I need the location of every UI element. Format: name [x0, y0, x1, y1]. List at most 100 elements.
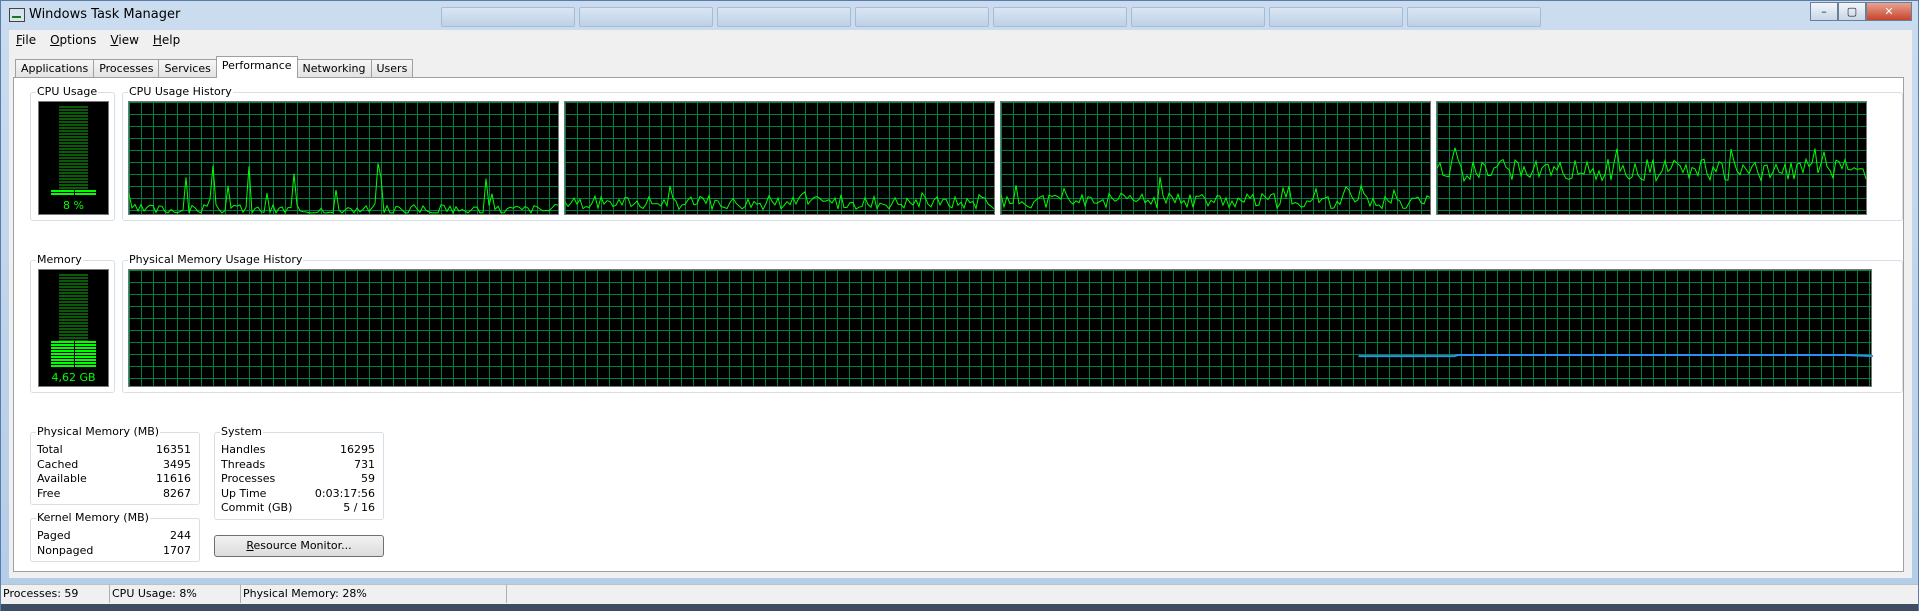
stat-label: Paged [37, 529, 71, 542]
memory-history-graph [128, 269, 1873, 387]
minimize-button[interactable]: – [1810, 2, 1838, 21]
memory-history-plot [1358, 354, 1873, 358]
cpu-history-group: CPU Usage History [122, 85, 1903, 221]
meter-background [51, 106, 96, 196]
system-group: System Handles 16295 Threads 731 Processes… [214, 425, 384, 520]
stat-label: Available [37, 472, 87, 485]
stat-label: Up Time [221, 486, 267, 500]
close-button[interactable]: ✕ [1866, 2, 1912, 21]
physical-memory-table: Total 16351 Cached 3495 Available 11616 Fre… [37, 443, 191, 501]
tab-applications[interactable]: Applications [15, 59, 95, 78]
cpu-usage-meter: 8 % [38, 101, 109, 215]
tab-performance[interactable]: Performance [215, 56, 298, 78]
stat-value: 59 [361, 472, 375, 485]
task-manager-window: Windows Task Manager – ▢ ✕ File Options … [0, 0, 1919, 611]
table-row: Threads 731 [221, 458, 375, 473]
maximize-button[interactable]: ▢ [1838, 2, 1866, 21]
menu-view[interactable]: View [103, 33, 145, 47]
resource-monitor-button[interactable]: Resource Monitor... [214, 535, 384, 557]
background-window-thumbnail [579, 7, 713, 27]
table-row: Commit (GB) 5 / 16 [221, 501, 375, 516]
system-title: System [220, 425, 264, 438]
status-filler [507, 585, 1918, 603]
cpu-core-4-line [1437, 147, 1867, 183]
stat-label: Total [37, 443, 63, 456]
table-row: Processes 59 [221, 472, 375, 487]
cpu-usage-value: 8 % [63, 199, 84, 212]
background-taskbar-thumbnails [441, 7, 1541, 27]
stat-value: 244 [170, 529, 191, 542]
cpu-meter-fill [51, 190, 96, 196]
cpu-core-1-line [129, 163, 559, 215]
tab-services[interactable]: Services [158, 59, 217, 78]
background-window-thumbnail [855, 7, 989, 27]
table-row: Free 8267 [37, 487, 191, 502]
cpu-usage-group: CPU Usage 8 % [30, 85, 115, 221]
cpu-core-graph-4 [1436, 101, 1867, 215]
background-window-thumbnail [717, 7, 851, 27]
tab-strip: Applications Processes Services Performa… [15, 56, 414, 78]
tab-users[interactable]: Users [370, 59, 414, 78]
performance-panel: CPU Usage 8 % CPU Usage History Memory 4… [13, 77, 1904, 572]
stat-value: 11616 [156, 472, 191, 485]
menu-options[interactable]: Options [43, 33, 103, 47]
menu-help[interactable]: Help [146, 33, 187, 47]
stat-value: 1707 [163, 543, 191, 557]
memory-history-line [1358, 354, 1873, 358]
memory-value: 4,62 GB [51, 371, 96, 384]
background-window-thumbnail [1407, 7, 1541, 27]
background-window-thumbnail [1269, 7, 1403, 27]
cpu-core-3-plot [1001, 176, 1431, 210]
cpu-core-2-plot [565, 185, 995, 212]
kernel-memory-group: Kernel Memory (MB) Paged 244 Nonpaged 1707 [30, 511, 200, 562]
status-physical-memory: Physical Memory: 28% [241, 585, 507, 603]
table-row: Nonpaged 1707 [37, 544, 191, 559]
window-controls: – ▢ ✕ [1810, 2, 1912, 21]
stat-value: 0:03:17:56 [314, 486, 375, 500]
table-row: Total 16351 [37, 443, 191, 458]
memory-meter-fill [51, 341, 96, 368]
status-bar: Processes: 59 CPU Usage: 8% Physical Mem… [1, 584, 1918, 605]
table-row: Paged 244 [37, 529, 191, 544]
cpu-core-graph-2 [564, 101, 995, 215]
background-window-thumbnail [993, 7, 1127, 27]
title-bar[interactable]: Windows Task Manager – ▢ ✕ [1, 1, 1918, 29]
table-row: Cached 3495 [37, 458, 191, 473]
task-manager-icon [9, 8, 25, 22]
cpu-core-1-plot [129, 163, 559, 215]
stat-value: 16351 [156, 443, 191, 456]
window-title: Windows Task Manager [29, 7, 181, 22]
stat-label: Cached [37, 457, 79, 471]
stat-value: 3495 [163, 457, 191, 471]
stat-value: 8267 [163, 486, 191, 500]
stat-label: Commit (GB) [221, 501, 293, 514]
tab-processes[interactable]: Processes [93, 59, 160, 78]
stat-label: Handles [221, 443, 266, 456]
cpu-core-4-plot [1437, 147, 1867, 183]
physical-memory-title: Physical Memory (MB) [36, 425, 161, 438]
stat-value: 16295 [340, 443, 375, 456]
cpu-history-label: CPU Usage History [128, 85, 233, 98]
stat-value: 5 / 16 [343, 501, 375, 514]
cpu-core-graph-3 [1000, 101, 1431, 215]
memory-meter: 4,62 GB [38, 269, 109, 387]
background-window-thumbnail [441, 7, 575, 27]
kernel-memory-table: Paged 244 Nonpaged 1707 [37, 529, 191, 558]
background-window-thumbnail [1131, 7, 1265, 27]
memory-history-group: Physical Memory Usage History [122, 253, 1903, 393]
stat-label: Threads [221, 457, 266, 471]
stat-label: Nonpaged [37, 543, 94, 557]
client-area: Applications Processes Services Performa… [9, 50, 1912, 578]
memory-history-label: Physical Memory Usage History [128, 253, 304, 266]
status-processes: Processes: 59 [1, 585, 110, 603]
tab-networking[interactable]: Networking [296, 59, 372, 78]
stat-value: 731 [354, 457, 375, 471]
stat-label: Free [37, 486, 61, 500]
cpu-usage-label: CPU Usage [36, 85, 99, 98]
status-cpu-usage: CPU Usage: 8% [110, 585, 241, 603]
cpu-core-graph-1 [128, 101, 559, 215]
memory-label: Memory [36, 253, 83, 266]
background-taskbar [1, 604, 1918, 611]
table-row: Handles 16295 [221, 443, 375, 458]
menu-file[interactable]: File [9, 33, 43, 47]
